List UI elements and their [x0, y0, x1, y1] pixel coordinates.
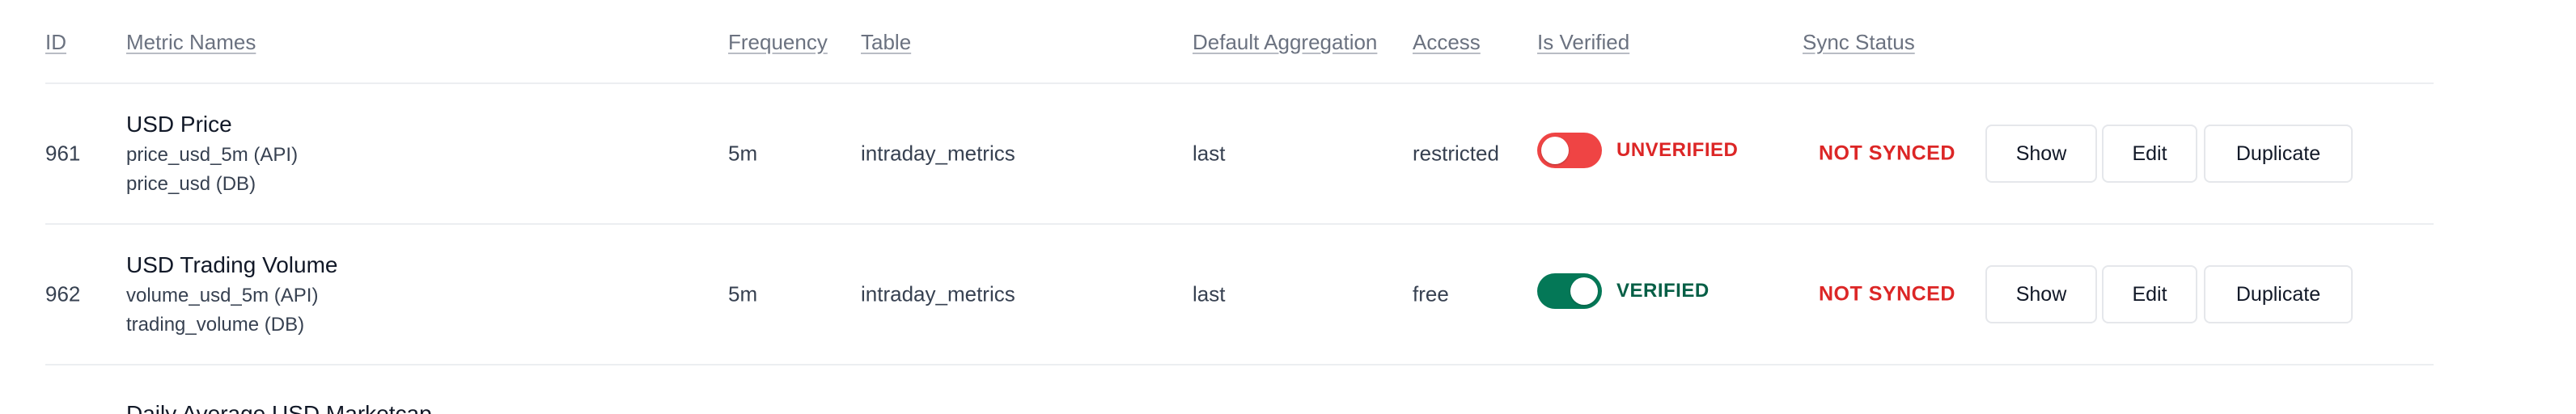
duplicate-button[interactable]: Duplicate: [2204, 125, 2353, 183]
table-row: 962 USD Trading Volume volume_usd_5m (AP…: [45, 225, 2434, 365]
column-header-default-aggregation[interactable]: Default Aggregation: [1193, 30, 1377, 55]
column-header-id[interactable]: ID: [45, 30, 66, 55]
metric-id: 961: [45, 141, 81, 166]
metric-name: USD Price: [126, 112, 232, 137]
metric-api-name: volume_usd_5m (API): [126, 285, 319, 306]
show-button[interactable]: Show: [1985, 265, 2097, 323]
edit-button[interactable]: Edit: [2102, 265, 2197, 323]
column-header-access[interactable]: Access: [1413, 30, 1481, 55]
metric-name: Daily Average USD Marketcap: [126, 401, 432, 414]
metric-frequency: 5m: [728, 281, 758, 306]
column-header-is-verified[interactable]: Is Verified: [1537, 30, 1629, 55]
show-button[interactable]: Show: [1985, 125, 2097, 183]
metric-access: restricted: [1413, 141, 1499, 166]
toggle-knob: [1570, 277, 1598, 305]
column-header-metric-names[interactable]: Metric Names: [126, 30, 256, 55]
metric-name: USD Trading Volume: [126, 252, 338, 277]
metric-id: 962: [45, 281, 81, 306]
metric-access: free: [1413, 281, 1449, 306]
column-header-sync-status[interactable]: Sync Status: [1803, 30, 1915, 55]
metric-frequency: 5m: [728, 141, 758, 166]
table-row-partial: Daily Average USD Marketcap: [45, 365, 2434, 414]
verified-toggle[interactable]: [1537, 133, 1602, 168]
sync-status-label: NOT SYNCED: [1819, 282, 1955, 306]
sync-status-label: NOT SYNCED: [1819, 142, 1955, 165]
edit-button[interactable]: Edit: [2102, 125, 2197, 183]
metric-db-name: trading_volume (DB): [126, 314, 305, 336]
duplicate-button[interactable]: Duplicate: [2204, 265, 2353, 323]
metric-api-name: price_usd_5m (API): [126, 144, 299, 166]
table-header: ID Metric Names Frequency Table Default …: [45, 0, 2434, 84]
verified-toggle[interactable]: [1537, 273, 1602, 309]
metric-aggregation: last: [1193, 281, 1226, 306]
column-header-table[interactable]: Table: [861, 30, 911, 55]
metric-db-name: price_usd (DB): [126, 173, 256, 195]
metrics-table: ID Metric Names Frequency Table Default …: [45, 0, 2434, 414]
metric-table: intraday_metrics: [861, 141, 1015, 166]
table-row: 961 USD Price price_usd_5m (API) price_u…: [45, 84, 2434, 225]
metric-aggregation: last: [1193, 141, 1226, 166]
verified-status-label: UNVERIFIED: [1616, 139, 1739, 161]
column-header-frequency[interactable]: Frequency: [728, 30, 828, 55]
metric-table: intraday_metrics: [861, 281, 1015, 306]
toggle-knob: [1541, 137, 1569, 164]
verified-status-label: VERIFIED: [1616, 280, 1710, 302]
